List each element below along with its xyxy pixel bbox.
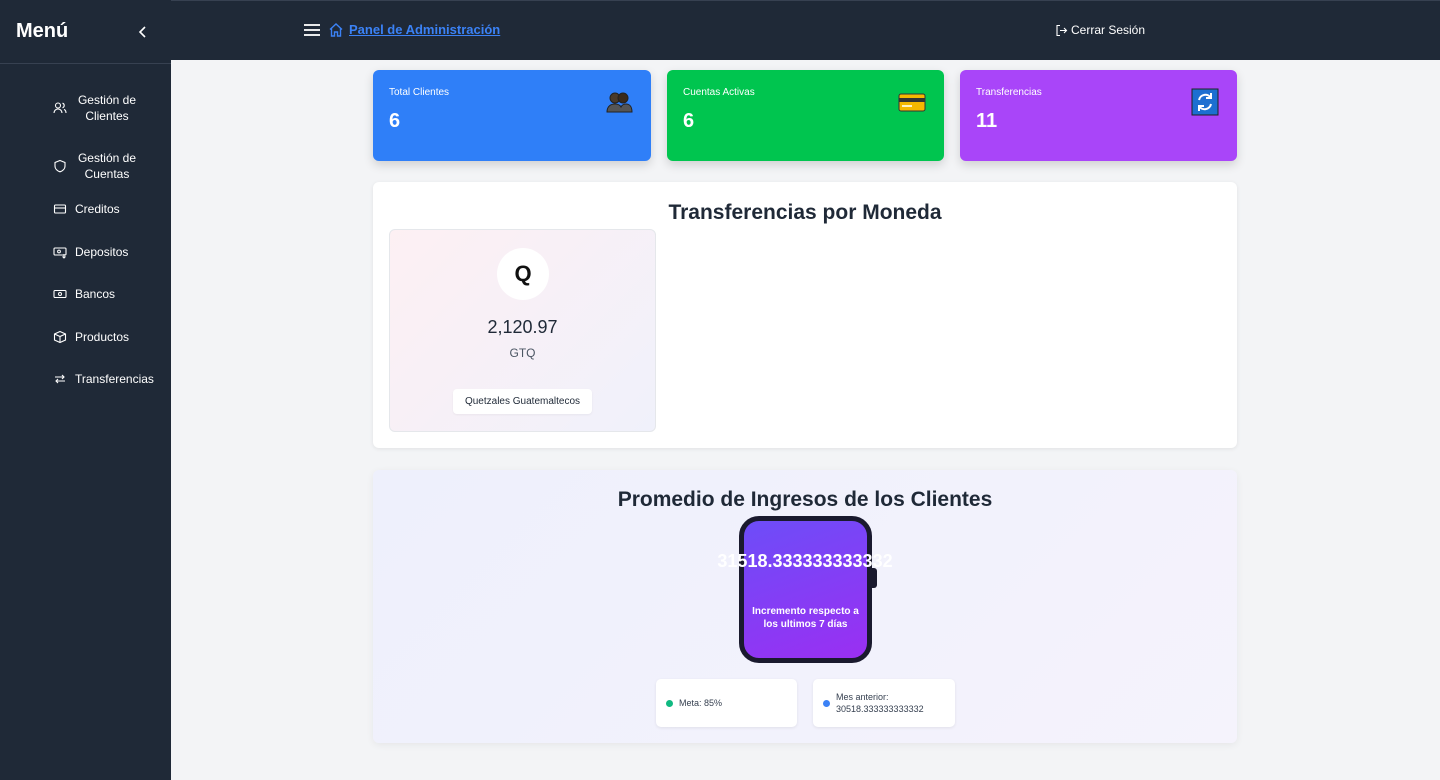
sidebar-header: Menú [0, 0, 171, 64]
sidebar-item-label: Gestión de Cuentas [77, 151, 137, 181]
sidebar-item-depositos[interactable]: Depositos [0, 244, 171, 260]
currency-card-gtq: Q 2,120.97 GTQ Quetzales Guatemaltecos [389, 229, 656, 432]
green-dot-icon [666, 699, 673, 707]
sidebar-item-label: Creditos [75, 202, 120, 216]
sidebar-item-productos[interactable]: Productos [0, 329, 171, 345]
people-icon [605, 88, 633, 116]
legend-previous-month-label: Mes anterior: 30518.333333333332 [836, 692, 924, 714]
currency-symbol: Q [497, 248, 549, 300]
stat-card-total-clientes: Total Clientes 6 [373, 70, 651, 161]
sidebar-item-bancos[interactable]: Bancos [0, 286, 171, 302]
sidebar-item-label: Productos [75, 330, 130, 344]
stat-label: Cuentas Activas [683, 87, 755, 98]
credit-card-icon [53, 202, 67, 216]
shield-icon [53, 159, 67, 173]
breadcrumb-admin-panel-link[interactable]: Panel de Administración [349, 22, 500, 37]
watch-graphic [739, 516, 872, 663]
legend-meta: Meta: 85% [656, 679, 797, 727]
sidebar-item-label: Depositos [75, 245, 129, 259]
currency-code: GTQ [509, 346, 536, 360]
chevron-left-icon [138, 25, 146, 38]
sidebar-item-cuentas[interactable]: Gestión de Cuentas [0, 149, 171, 183]
logout-label: Cerrar Sesión [1071, 23, 1146, 37]
sidebar-nav: Gestión de Clientes Gestión de Cuentas C… [0, 64, 171, 387]
box-icon [53, 330, 67, 344]
logout-button[interactable]: Cerrar Sesión [1055, 23, 1145, 37]
sidebar-item-transferencias[interactable]: Transferencias [0, 371, 171, 387]
stat-card-cuentas-activas: Cuentas Activas 6 [667, 70, 944, 161]
blue-dot-icon [823, 699, 830, 707]
home-icon [328, 22, 344, 38]
credit-card-icon [898, 88, 926, 116]
income-average-panel: Promedio de Ingresos de los Clientes 315… [373, 470, 1237, 743]
transfers-by-currency-panel: Transferencias por Moneda Q 2,120.97 GTQ… [373, 182, 1237, 448]
currency-name-badge: Quetzales Guatemaltecos [453, 389, 592, 414]
sidebar: Menú Gestión de Clientes Gestión de Cuen… [0, 0, 171, 780]
legend-meta-label: Meta: 85% [679, 698, 723, 708]
legend-previous-month: Mes anterior: 30518.333333333332 [813, 679, 955, 727]
users-icon [53, 101, 67, 115]
sidebar-title: Menú [16, 20, 69, 42]
hamburger-menu-button[interactable] [303, 21, 321, 39]
panel-title: Promedio de Ingresos de los Clientes [617, 488, 993, 511]
stat-value: 6 [389, 110, 401, 132]
sidebar-item-label: Transferencias [75, 372, 154, 386]
sidebar-item-label: Gestión de Clientes [77, 93, 137, 123]
income-average-value: 31518.333333333332 [717, 551, 893, 571]
refresh-icon [1191, 88, 1219, 116]
collapse-sidebar-button[interactable] [131, 20, 155, 44]
stat-label: Transferencias [976, 87, 1042, 98]
stat-label: Total Clientes [389, 87, 450, 98]
menu-icon [304, 24, 320, 36]
stat-value: 11 [976, 110, 998, 132]
sidebar-item-creditos[interactable]: Creditos [0, 201, 171, 217]
sidebar-item-clientes[interactable]: Gestión de Clientes [0, 91, 171, 125]
panel-title: Transferencias por Moneda [668, 201, 942, 224]
income-caption: Incremento respecto a los ultimos 7 días [752, 606, 859, 630]
banknote-icon [53, 287, 67, 301]
topbar: Panel de Administración Cerrar Sesión [171, 0, 1440, 60]
currency-amount: 2,120.97 [487, 317, 558, 337]
transfer-icon [53, 372, 67, 386]
logout-icon [1056, 24, 1068, 36]
stat-card-transferencias: Transferencias 11 [960, 70, 1237, 161]
sidebar-item-label: Bancos [75, 287, 116, 301]
stat-value: 6 [683, 110, 695, 132]
deposit-icon [53, 245, 67, 259]
